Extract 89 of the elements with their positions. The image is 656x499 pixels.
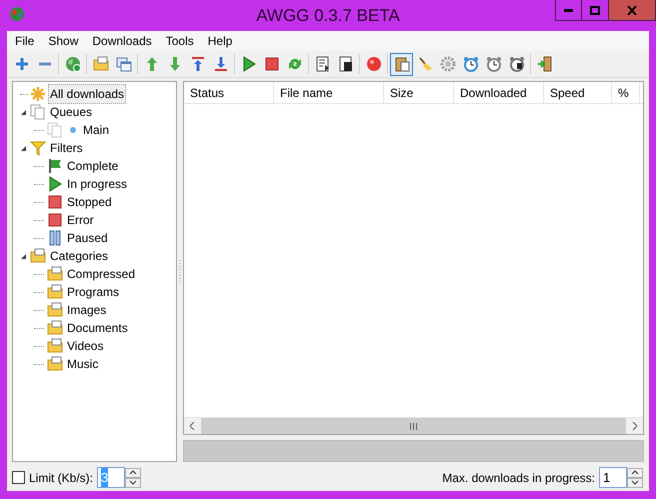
square-icon [47,194,63,210]
column-header[interactable]: File name [274,82,384,103]
square-icon [47,212,63,228]
folder-icon [47,320,63,336]
scroll-left-icon [190,422,195,430]
folder-icon [47,338,63,354]
tree-item[interactable]: Error [65,211,96,229]
plus-icon [14,56,30,72]
toolbar-button[interactable] [390,52,413,76]
tree-item[interactable]: In progress [65,175,130,193]
alarm-clock-icon [486,56,502,72]
expanded-arrow-icon[interactable] [20,252,27,260]
funnel-icon [30,140,46,156]
scroll-right-icon [632,422,637,430]
tree-item[interactable]: Programs [65,283,122,301]
tree-item[interactable]: Music [65,355,100,373]
tree-item[interactable]: Documents [65,319,130,337]
arrow-to-bottom-icon [212,56,228,72]
play-icon [240,56,256,72]
column-header[interactable]: Speed [544,82,612,103]
window-title: AWGG 0.3.7 BETA [256,4,400,27]
play-icon [47,176,63,192]
broom-icon [416,56,432,72]
alarm-clock-icon [508,56,524,72]
tree-item[interactable]: Categories [48,247,110,265]
spin-down-button[interactable] [627,478,643,488]
alarm-clock-icon [462,56,478,72]
folder-icon [47,266,63,282]
stop-icon [264,56,280,72]
tree-item[interactable]: Images [65,301,108,319]
column-header[interactable]: % [612,82,640,103]
tree-item[interactable]: Filters [48,139,85,157]
tree-item[interactable]: Queues [48,103,94,121]
spin-up-button[interactable] [125,468,142,478]
tree-item[interactable]: Main [81,121,112,139]
tree-item[interactable]: Complete [65,157,120,175]
menu-item[interactable]: Downloads [85,31,159,51]
document-icon [338,56,354,72]
close-button[interactable] [609,0,656,21]
menu-item[interactable]: File [8,31,42,51]
tree-item[interactable]: Compressed [65,265,138,283]
caret-down-icon [631,480,639,485]
windows-icon [116,56,132,72]
max-downloads-label: Max. downloads in progress: [442,470,595,486]
column-header[interactable]: Status [184,82,274,103]
asterisk-icon [30,86,46,102]
folder-icon [47,356,63,372]
limit-checkbox[interactable] [12,471,25,484]
folder-icon [47,284,63,300]
column-header[interactable]: Size [384,82,454,103]
caret-down-icon [129,480,138,485]
minimize-button[interactable] [555,0,582,21]
minus-icon [36,62,52,66]
tree-item[interactable]: All downloads [48,84,126,104]
grip-icon [410,422,417,430]
spin-up-button[interactable] [627,468,643,478]
settings-icon [440,56,456,72]
pause-icon [47,230,63,246]
refresh-icon [286,56,302,72]
folder-icon [30,248,46,264]
flag-icon [47,158,63,174]
arrow-to-top-icon [190,56,206,72]
document-icon [314,56,330,72]
record-icon [366,56,382,72]
max-downloads-input[interactable]: 1 [599,467,627,488]
pages-icon [47,122,63,138]
expanded-arrow-icon[interactable] [20,108,27,116]
maximize-icon [590,6,600,14]
tree-item[interactable]: Paused [65,229,110,247]
globe-icon [64,56,80,72]
clipboard-icon [394,56,410,72]
caret-up-icon [129,470,138,475]
menu-item[interactable]: Show [41,31,86,51]
close-icon [627,6,637,14]
menu-item[interactable]: Help [200,31,240,51]
folder-icon [47,302,63,318]
column-header[interactable]: Downloaded [454,82,544,103]
menu-item[interactable]: Tools [158,31,201,51]
expanded-arrow-icon[interactable] [20,144,27,152]
exit-door-icon [536,56,552,72]
folder-icon [92,56,108,72]
app-globe-icon [9,6,25,22]
spin-down-button[interactable] [125,478,142,488]
limit-label: Limit (Kb/s): [29,470,94,486]
tree-item[interactable]: Stopped [65,193,114,211]
caret-up-icon [631,470,639,475]
tree-item[interactable]: Videos [65,337,106,355]
pages-icon [30,104,46,120]
minimize-icon [564,8,573,12]
